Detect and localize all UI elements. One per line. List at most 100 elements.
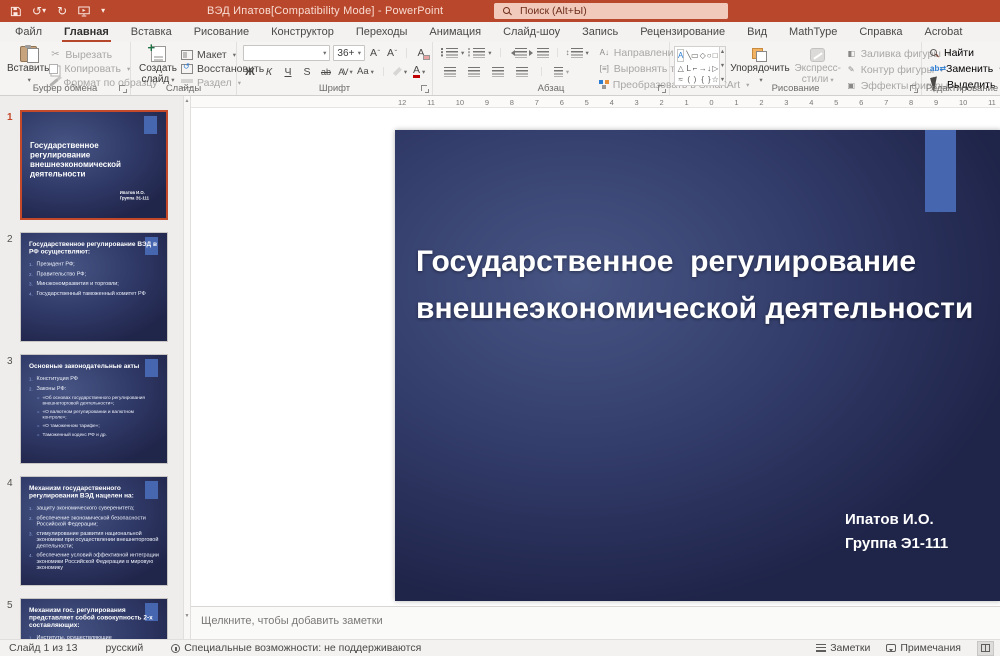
slide-counter[interactable]: Слайд 1 из 13: [9, 642, 78, 654]
shape-item[interactable]: A: [677, 49, 684, 62]
window-title: ВЭД Ипатов[Compatibility Mode] - PowerPo…: [207, 0, 443, 22]
decrease-indent-button[interactable]: [509, 45, 527, 60]
normal-view-button[interactable]: [977, 641, 994, 656]
bullets-button[interactable]: ▾: [441, 45, 464, 60]
shape-gallery-scroll[interactable]: ▲▼▼̱: [720, 46, 726, 86]
shape-item[interactable]: ◇: [699, 47, 707, 64]
text-highlight-button[interactable]: ▾: [393, 64, 407, 79]
shape-item[interactable]: □: [712, 47, 719, 64]
bullet-text: Минэкономразвития и торговли;: [37, 281, 160, 288]
slide-author[interactable]: Ипатов И.О. Группа Э1-111: [845, 508, 948, 556]
thumbnail-content: Основные законодательные акты1.Конституц…: [21, 355, 167, 463]
bullet-marker: 3.: [29, 530, 37, 549]
underline-button[interactable]: Ч: [281, 64, 295, 79]
thumbnail-bullet-item: »«О валютном регулировании и валютном ко…: [37, 409, 159, 420]
scroll-down-icon[interactable]: ▼: [184, 613, 190, 619]
thumbnail-bullet-item: 4.Государственный таможенный комитет РФ: [29, 290, 159, 297]
increase-indent-button[interactable]: [531, 45, 549, 60]
search-box[interactable]: Поиск (Alt+Ы): [494, 3, 728, 19]
clipboard-dialog-launcher[interactable]: [119, 85, 127, 93]
italic-button[interactable]: К: [262, 64, 276, 79]
shrink-font-button[interactable]: Аˇ: [385, 46, 399, 61]
thumbnail-panel[interactable]: 1Государственное регулирование внешнеэко…: [0, 96, 183, 639]
shape-item[interactable]: ▭: [691, 47, 699, 64]
save-icon[interactable]: [10, 6, 21, 17]
grow-font-button[interactable]: Аˆ: [368, 46, 382, 61]
slide-thumbnail-1[interactable]: 1Государственное регулирование внешнеэко…: [0, 110, 183, 220]
shape-item[interactable]: →: [699, 64, 707, 75]
font-name-combo[interactable]: ▾: [243, 45, 330, 61]
paragraph-dialog-launcher[interactable]: [658, 85, 666, 93]
tab-Вставка[interactable]: Вставка: [120, 22, 183, 42]
justify-button[interactable]: [513, 64, 530, 79]
align-text-icon: [≡]: [599, 64, 610, 73]
tab-Главная[interactable]: Главная: [53, 22, 120, 42]
slide-thumbnail-4[interactable]: 4Механизм государственного регулирования…: [0, 476, 183, 586]
tab-Вид[interactable]: Вид: [736, 22, 778, 42]
align-right-button[interactable]: [489, 64, 506, 79]
scroll-up-icon[interactable]: ▲: [184, 98, 190, 104]
shape-item[interactable]: △: [675, 64, 686, 75]
replace-button[interactable]: ab⇄Заменить▾: [930, 62, 1000, 75]
columns-button[interactable]: ▾: [553, 64, 570, 79]
strikethrough-button[interactable]: ab: [319, 64, 333, 79]
character-spacing-button[interactable]: AV▾: [338, 64, 352, 79]
quick-styles-button[interactable]: Экспресс-стили▾: [790, 44, 846, 86]
tab-Рисование[interactable]: Рисование: [183, 22, 260, 42]
tab-MathType[interactable]: MathType: [778, 22, 848, 42]
thumbnail-scrollbar[interactable]: ▲ ▼: [183, 96, 191, 639]
font-dialog-launcher[interactable]: [421, 85, 429, 93]
bullet-text: Президент РФ;: [37, 261, 160, 268]
arrange-button[interactable]: Упорядочить▾: [730, 44, 790, 86]
drawing-dialog-launcher[interactable]: [910, 85, 918, 93]
font-color-button[interactable]: А▾: [412, 64, 426, 79]
powerpoint-window: ↺▾ ↻ ▾ ВЭД Ипатов[Compatibility Mode] - …: [0, 0, 1000, 656]
tab-Acrobat[interactable]: Acrobat: [914, 22, 974, 42]
shape-item[interactable]: ⌐: [691, 64, 699, 75]
tab-Анимация[interactable]: Анимация: [418, 22, 492, 42]
slide-thumbnail-3[interactable]: 3Основные законодательные акты1.Конститу…: [0, 354, 183, 464]
font-size-combo[interactable]: 36+▾: [333, 45, 365, 61]
align-left-button[interactable]: [441, 64, 458, 79]
bullet-text: «О валютном регулировании и валютном кон…: [43, 409, 160, 420]
accessibility-status[interactable]: Специальные возможности: не поддерживают…: [171, 642, 421, 654]
status-bar: Слайд 1 из 13 русский Специальные возмож…: [0, 639, 1000, 656]
slide-title[interactable]: Государственное регулирование внешнеэкон…: [416, 238, 996, 332]
customize-qat-icon[interactable]: ▾: [101, 7, 105, 15]
notes-toggle[interactable]: Заметки: [816, 642, 870, 654]
find-button[interactable]: Найти: [930, 46, 1000, 59]
text-shadow-button[interactable]: S: [300, 64, 314, 79]
tab-Рецензирование[interactable]: Рецензирование: [629, 22, 736, 42]
clear-formatting-button[interactable]: А: [414, 46, 428, 61]
slides-group-label: Слайды: [166, 83, 201, 94]
bullet-text: стимулирование развития национальной эко…: [37, 530, 160, 549]
slide-number: 3: [0, 354, 20, 464]
layout-label: Макет: [197, 49, 227, 61]
layout-icon: [181, 50, 193, 60]
slide-thumbnail-2[interactable]: 2Государственное регулирование ВЭД в РФ …: [0, 232, 183, 342]
paste-button[interactable]: Вставить▾: [7, 44, 49, 86]
bold-button[interactable]: Ж: [243, 64, 257, 79]
thumbnail-content: Механизм гос. регулирования представляет…: [21, 599, 167, 639]
tab-Запись[interactable]: Запись: [571, 22, 629, 42]
align-center-button[interactable]: [465, 64, 482, 79]
tab-Переходы[interactable]: Переходы: [345, 22, 419, 42]
slide-thumbnail-5[interactable]: 5Механизм гос. регулирования представляе…: [0, 598, 183, 639]
slide-canvas[interactable]: Государственное регулирование внешнеэкон…: [395, 130, 1000, 601]
tab-Конструктор[interactable]: Конструктор: [260, 22, 345, 42]
redo-icon[interactable]: ↻: [57, 5, 67, 17]
shape-item[interactable]: ▷: [712, 64, 719, 75]
tab-Справка[interactable]: Справка: [848, 22, 913, 42]
change-case-button[interactable]: Aa▾: [357, 64, 374, 79]
line-spacing-button[interactable]: ↕▾: [566, 45, 589, 60]
start-slideshow-icon[interactable]: [78, 6, 90, 17]
tab-Файл[interactable]: Файл: [4, 22, 53, 42]
ruler-number: 1: [734, 98, 738, 107]
undo-icon[interactable]: ↺▾: [32, 5, 46, 17]
comments-toggle[interactable]: Примечания: [886, 642, 961, 654]
new-slide-button[interactable]: Создать слайд▾: [135, 44, 181, 86]
notes-pane[interactable]: Щелкните, чтобы добавить заметки: [191, 606, 1000, 639]
numbering-button[interactable]: ▾: [468, 45, 491, 60]
language-indicator[interactable]: русский: [106, 642, 144, 654]
tab-Слайд-шоу[interactable]: Слайд-шоу: [492, 22, 571, 42]
